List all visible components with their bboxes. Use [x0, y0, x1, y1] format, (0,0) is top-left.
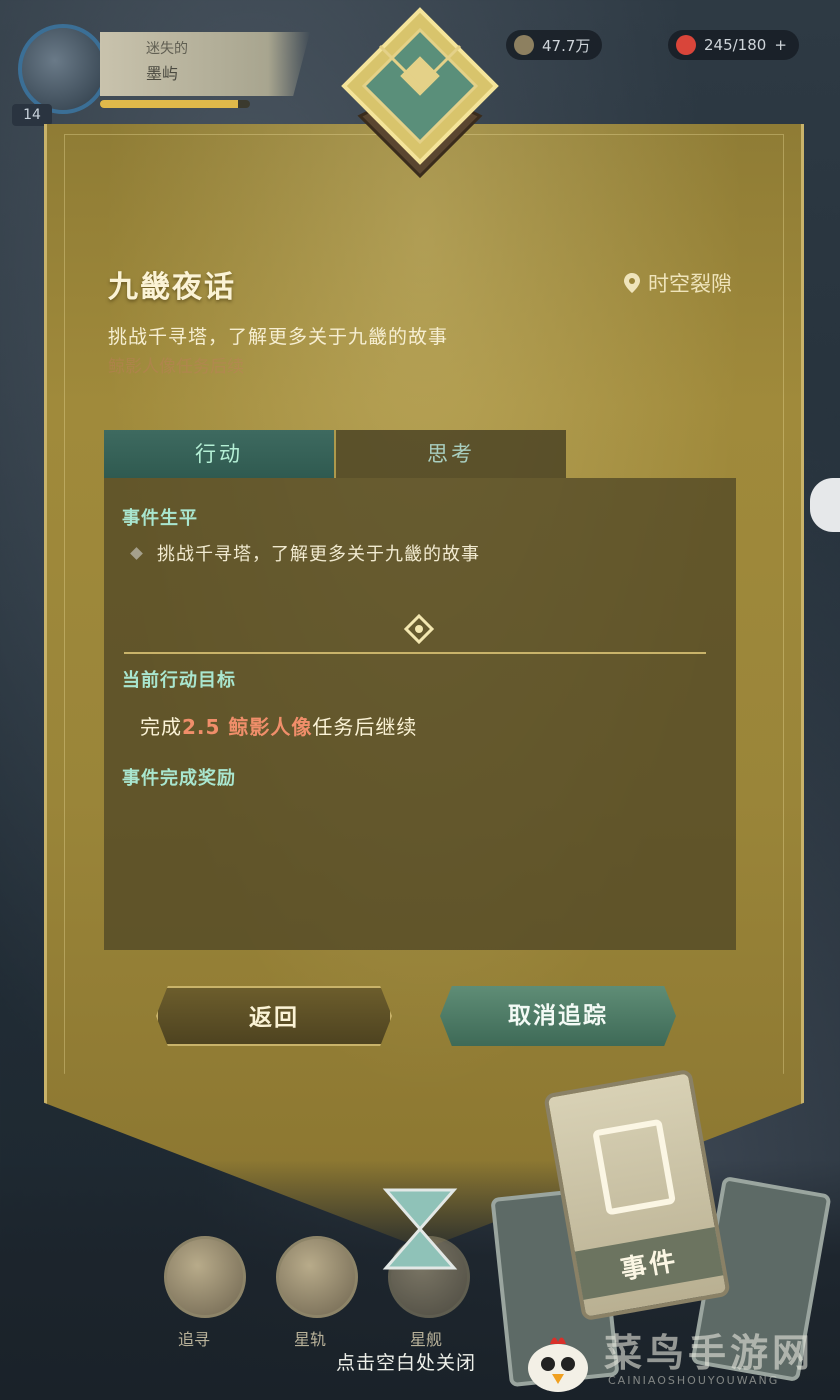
currency-value: 47.7万 — [542, 36, 591, 55]
current-goal: 完成2.5 鲸影人像任务后继续 — [140, 711, 417, 740]
history-item-text: 挑战千寻塔，了解更多关于九畿的故事 — [157, 544, 480, 565]
location-label: 时空裂隙 — [648, 272, 732, 296]
qq-float-icon[interactable] — [810, 478, 840, 532]
watermark-chick-logo — [528, 1337, 588, 1392]
event-subtitle: 挑战千寻塔，了解更多关于九畿的故事 — [108, 326, 449, 348]
dock-item-star[interactable] — [276, 1236, 358, 1318]
goal-suffix: 任务后继续 — [312, 715, 418, 739]
stamina-display[interactable]: 245/180 + — [668, 30, 799, 60]
dock-item-star-label: 星轨 — [294, 1330, 327, 1349]
dock-item-explore[interactable] — [164, 1236, 246, 1318]
goal-section-title: 当前行动目标 — [122, 670, 236, 691]
history-list-item: 挑战千寻塔，了解更多关于九畿的故事 — [130, 540, 480, 566]
cancel-tracking-button[interactable]: 取消追踪 — [440, 986, 676, 1046]
tab-action[interactable]: 行动 — [104, 430, 334, 478]
divider-ornament-icon — [403, 613, 435, 645]
history-section-title: 事件生平 — [122, 508, 198, 529]
watermark-subtext: CAINIAOSHOUYOUWANG — [608, 1374, 780, 1387]
exp-bar — [100, 100, 250, 108]
event-faint-note: 鲸影人像任务后续 — [108, 357, 244, 377]
watermark-text: 菜鸟手游网 — [604, 1331, 815, 1375]
currency-display[interactable]: 47.7万 — [506, 30, 603, 60]
card-event-label: 事件 — [574, 1226, 724, 1300]
event-title: 九畿夜话 — [108, 270, 236, 305]
goal-quest-link[interactable]: 2.5 鲸影人像 — [182, 715, 312, 739]
hourglass-icon — [382, 1188, 458, 1270]
stamina-value: 245/180 — [704, 36, 767, 54]
scroll-icon — [592, 1118, 677, 1216]
close-hint[interactable]: 点击空白处关闭 — [336, 1348, 476, 1375]
tab-think[interactable]: 思考 — [336, 430, 566, 478]
section-divider — [124, 652, 706, 654]
event-location[interactable]: 时空裂隙 — [624, 268, 732, 298]
dock-item-ship-label: 星舰 — [410, 1330, 443, 1349]
location-pin-icon — [624, 273, 640, 293]
diamond-bullet-icon — [130, 546, 143, 560]
event-emblem-icon — [341, 7, 499, 179]
player-name: 墨屿 — [146, 64, 179, 83]
reward-section-title: 事件完成奖励 — [122, 768, 236, 789]
player-avatar[interactable] — [18, 24, 108, 114]
player-level: 14 — [12, 104, 52, 126]
dock-item-explore-label: 追寻 — [178, 1330, 211, 1349]
back-button[interactable]: 返回 — [156, 986, 392, 1046]
player-name-plate: 迷失的 墨屿 — [100, 32, 310, 96]
goal-prefix: 完成 — [140, 715, 182, 739]
player-subtitle: 迷失的 — [146, 41, 188, 57]
heart-icon — [676, 35, 696, 55]
add-stamina-icon[interactable]: + — [774, 36, 787, 54]
coin-icon — [514, 35, 534, 55]
